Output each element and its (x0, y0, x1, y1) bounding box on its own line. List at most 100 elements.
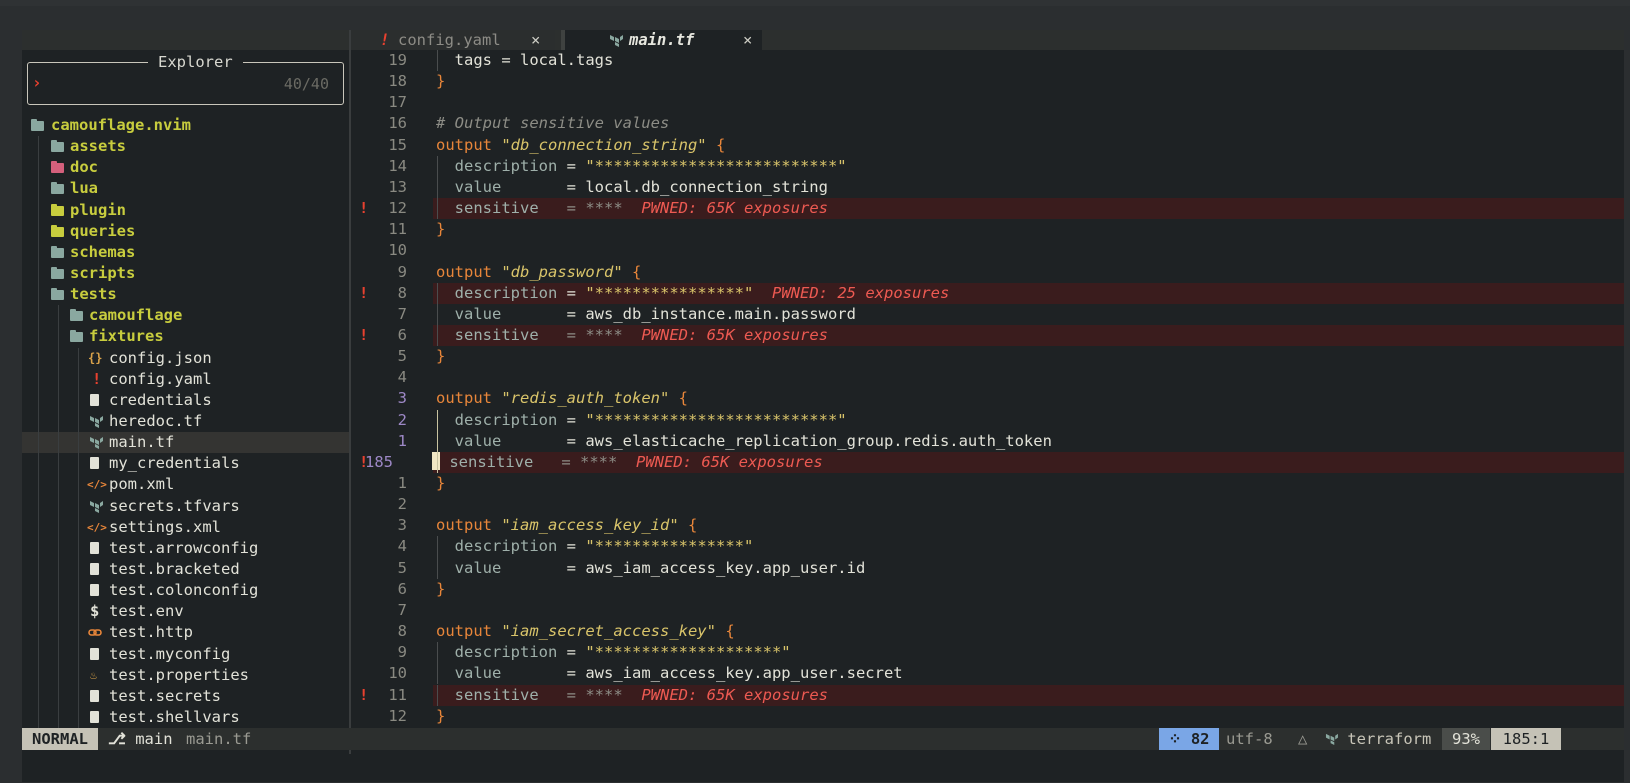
tree-file[interactable]: secrets.tfvars (22, 495, 349, 517)
folder-label: doc (70, 158, 98, 177)
tree-folder-assets[interactable]: assets (22, 136, 349, 158)
code-line[interactable]: 9 description = "********************" (351, 642, 1624, 664)
tree-file[interactable]: $ test.env (22, 601, 349, 623)
code-line[interactable]: 7 (351, 600, 1624, 621)
code-line[interactable]: 2 (351, 494, 1624, 515)
tree-file[interactable]: ♨ test.properties (22, 664, 349, 686)
code-line[interactable]: 3 output "iam_access_key_id" { (351, 515, 1624, 536)
code-statement: tags = local.tags (454, 51, 614, 69)
tree-file[interactable]: test.myconfig (22, 643, 349, 665)
tree-file[interactable]: ! config.yaml (22, 368, 349, 390)
code-line[interactable]: 1 value = aws_elasticache_replication_gr… (351, 430, 1624, 452)
code-line[interactable]: 18} (351, 71, 1624, 92)
tree-folder-plugin[interactable]: plugin (22, 199, 349, 221)
brace: { (716, 135, 726, 154)
code-line[interactable]: 1} (351, 473, 1624, 494)
close-icon[interactable]: × (743, 30, 752, 50)
code-editor[interactable]: 19 tags = local.tags 18} 17 16 # Output sens… (351, 50, 1624, 754)
tree-folder-tests[interactable]: tests (22, 284, 349, 306)
code-line[interactable]: 10 (351, 240, 1624, 261)
tree-file[interactable]: test.colonconfig (22, 580, 349, 602)
code-line[interactable]: 14 description = "**********************… (351, 155, 1624, 177)
tree-folder-scripts[interactable]: scripts (22, 262, 349, 285)
code-line[interactable]: 19 tags = local.tags (351, 50, 1624, 72)
git-branch[interactable]: ⎇ main (108, 728, 173, 750)
folder-label: plugin (70, 200, 126, 219)
tree-folder-queries[interactable]: queries (22, 220, 349, 242)
filetype: terraform (1325, 728, 1431, 750)
line-number: 15 (388, 135, 407, 154)
code-line[interactable]: 10 value = aws_iam_access_key.app_user.s… (351, 663, 1624, 685)
code-line[interactable]: ! 11 sensitive = **** PWNED: 65K exposure… (351, 684, 1624, 706)
code-line[interactable]: ! 12 sensitive = **** PWNED: 65K exposure… (351, 198, 1624, 220)
code-line[interactable]: ! 6 sensitive = **** PWNED: 65K exposures (351, 324, 1624, 347)
masked-value: = **** (538, 325, 623, 344)
tree-file[interactable]: heredoc.tf (22, 410, 349, 433)
file-label: config.json (109, 348, 212, 367)
tree-file[interactable]: test.shellvars (22, 706, 349, 729)
tree-file[interactable]: test.bracketed (22, 558, 349, 581)
code-line[interactable]: 4 description = "****************" (351, 536, 1624, 558)
indent-guide (437, 451, 438, 473)
code-line[interactable]: 9 output "db_password" { (351, 262, 1624, 283)
tree-file[interactable]: credentials (22, 389, 349, 411)
tree-root[interactable]: camouflage.nvim (22, 115, 349, 136)
code-line[interactable]: 17 (351, 92, 1624, 113)
tab-main-tf[interactable]: main.tf × (565, 30, 762, 50)
tree-file[interactable]: test.secrets (22, 685, 349, 707)
masked-string: "********************" (585, 643, 791, 662)
tree-file[interactable]: test.arrowconfig (22, 537, 349, 559)
file-label: test.properties (109, 665, 249, 684)
tree-folder-doc[interactable]: doc (22, 157, 349, 179)
string-literal: "db_password" (501, 262, 623, 281)
tree-file-selected[interactable]: main.tf (22, 432, 349, 454)
code-line[interactable]: 15 output "db_connection_string" { (351, 135, 1624, 156)
code-line[interactable]: ! 185 sensitive = **** PWNED: 65K exposur… (351, 451, 1624, 473)
code-line[interactable]: 16 # Output sensitive values (351, 113, 1624, 134)
tree-file[interactable]: </> settings.xml (22, 516, 349, 538)
tree-file[interactable]: </> pom.xml (22, 474, 349, 496)
encoding: utf-8 (1226, 730, 1273, 748)
code-line[interactable]: 7 value = aws_db_instance.main.password (351, 303, 1624, 325)
code-line[interactable]: ! 8 description = "****************" PWNE… (351, 282, 1624, 304)
tree-folder-camouflage[interactable]: camouflage (22, 305, 349, 327)
code-line[interactable]: 5 value = aws_iam_access_key.app_user.id (351, 557, 1624, 579)
code-line[interactable]: 6} (351, 579, 1624, 600)
tree-folder-schemas[interactable]: schemas (22, 241, 349, 263)
tree-folder-lua[interactable]: lua (22, 178, 349, 200)
code-line[interactable]: 2 description = "***********************… (351, 409, 1624, 431)
masked-string: "**************************" (585, 410, 847, 429)
git-branch-icon: ⎇ (108, 730, 136, 748)
line-number: 1 (397, 474, 407, 492)
code-line[interactable]: 13 value = local.db_connection_string (351, 176, 1624, 199)
explorer-search-box[interactable]: Explorer › 40/40 (27, 53, 344, 105)
code-line[interactable]: 8 output "iam_secret_access_key" { (351, 621, 1624, 642)
tree-file[interactable]: {} config.json (22, 347, 349, 369)
close-icon[interactable]: × (531, 30, 540, 50)
code-line[interactable]: 3 output "redis_auth_token" { (351, 388, 1624, 409)
tree-folder-fixtures[interactable]: fixtures (22, 326, 349, 348)
lsp-status[interactable]: ⁘ 82 (1159, 728, 1219, 750)
tab-config-yaml[interactable]: ! config.yaml × (351, 30, 555, 50)
code-line[interactable]: 12} (351, 706, 1624, 727)
code-text: description = "*************************… (436, 410, 847, 431)
line-number: 13 (388, 177, 407, 196)
code-line[interactable]: 11} (351, 219, 1624, 240)
code-text: sensitive = **** PWNED: 65K exposures (436, 325, 828, 346)
code-line[interactable]: 4 (351, 367, 1624, 388)
code-line[interactable]: 5} (351, 346, 1624, 367)
tree-file[interactable]: test.http (22, 622, 349, 644)
pwned-warning: PWNED: 25 exposures (772, 283, 950, 302)
operator: = (566, 156, 586, 175)
code-text: } (436, 346, 445, 367)
cursor-position: 185:1 (1491, 728, 1561, 750)
json-icon: {} (88, 350, 103, 365)
attribute-name: sensitive (454, 199, 539, 218)
tree-file[interactable]: my_credentials (22, 453, 349, 475)
explorer-title: Explorer (148, 53, 243, 71)
